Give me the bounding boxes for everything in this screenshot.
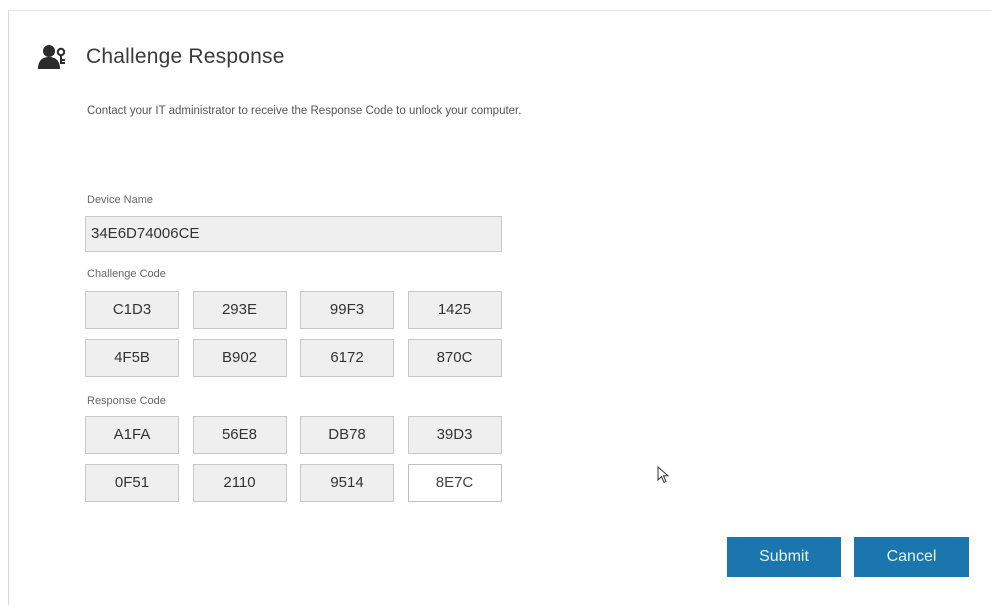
challenge-code-box: 6172 (300, 339, 394, 377)
submit-button[interactable]: Submit (727, 537, 841, 577)
response-code-field[interactable]: 0F51 (85, 464, 179, 502)
challenge-code-box: 99F3 (300, 291, 394, 329)
device-name-field: 34E6D74006CE (85, 216, 502, 252)
challenge-code-label: Challenge Code (87, 268, 166, 280)
device-name-label: Device Name (87, 194, 154, 206)
challenge-code-box: 870C (407, 339, 502, 377)
response-code-label: Response Code (87, 395, 166, 407)
challenge-code-box: C1D3 (85, 291, 179, 329)
challenge-code-box: 1425 (407, 291, 502, 329)
response-code-field[interactable]: A1FA (85, 416, 179, 454)
response-code-field[interactable]: 2110 (192, 464, 287, 502)
user-key-icon (38, 45, 66, 69)
response-code-field[interactable]: 39D3 (407, 416, 502, 454)
dialog-header: Challenge Response (38, 44, 285, 70)
challenge-code-grid: C1D3 293E 99F3 1425 4F5B B902 6172 870C (85, 291, 502, 377)
response-code-field[interactable]: DB78 (300, 416, 394, 454)
response-code-field[interactable]: 9514 (300, 464, 394, 502)
response-code-grid: A1FA 56E8 DB78 39D3 0F51 2110 9514 8E7C (85, 416, 502, 502)
challenge-code-box: 293E (192, 291, 287, 329)
instructions-text: Contact your IT administrator to receive… (87, 105, 522, 117)
cancel-button[interactable]: Cancel (854, 537, 969, 577)
challenge-code-box: B902 (192, 339, 287, 377)
challenge-code-box: 4F5B (85, 339, 179, 377)
page-title: Challenge Response (86, 45, 285, 68)
mouse-pointer-icon (657, 466, 669, 484)
response-code-field-active[interactable]: 8E7C (407, 464, 502, 502)
response-code-field[interactable]: 56E8 (192, 416, 287, 454)
